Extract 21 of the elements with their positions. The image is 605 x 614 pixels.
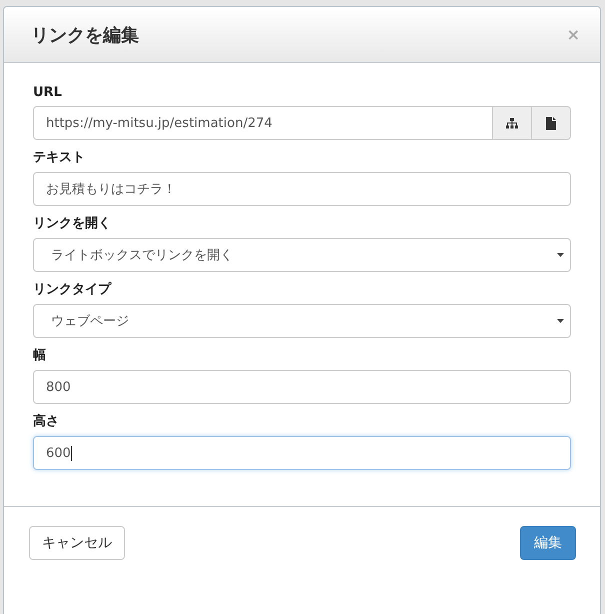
field-label: URL bbox=[33, 85, 63, 100]
sitemap-button[interactable] bbox=[493, 106, 532, 140]
cancel-button[interactable]: キャンセル bbox=[29, 526, 125, 560]
submit-button[interactable]: 編集 bbox=[520, 526, 576, 560]
file-button[interactable] bbox=[532, 106, 571, 140]
field-label: テキスト bbox=[33, 149, 86, 166]
file-icon bbox=[546, 116, 556, 130]
field-label: リンクタイプ bbox=[33, 280, 113, 298]
select-field[interactable]: ウェブページ bbox=[33, 304, 571, 338]
caret-icon bbox=[557, 319, 564, 323]
caret-icon bbox=[557, 253, 564, 257]
dialog-title: リンクを編集 bbox=[31, 24, 139, 46]
select-field[interactable]: ライトボックスでリンクを開く bbox=[33, 238, 571, 272]
input-field[interactable]: お見積もりはコチラ！ bbox=[33, 172, 571, 206]
url-field[interactable]: https://my-mitsu.jp/estimation/274 bbox=[33, 106, 493, 140]
field-label: リンクを開く bbox=[33, 215, 112, 232]
input-field[interactable]: 800 bbox=[33, 370, 571, 404]
input-field[interactable]: 600 bbox=[33, 436, 571, 470]
sitemap-icon bbox=[506, 118, 518, 128]
field-label: 高さ bbox=[33, 412, 60, 430]
field-label: 幅 bbox=[33, 347, 47, 364]
